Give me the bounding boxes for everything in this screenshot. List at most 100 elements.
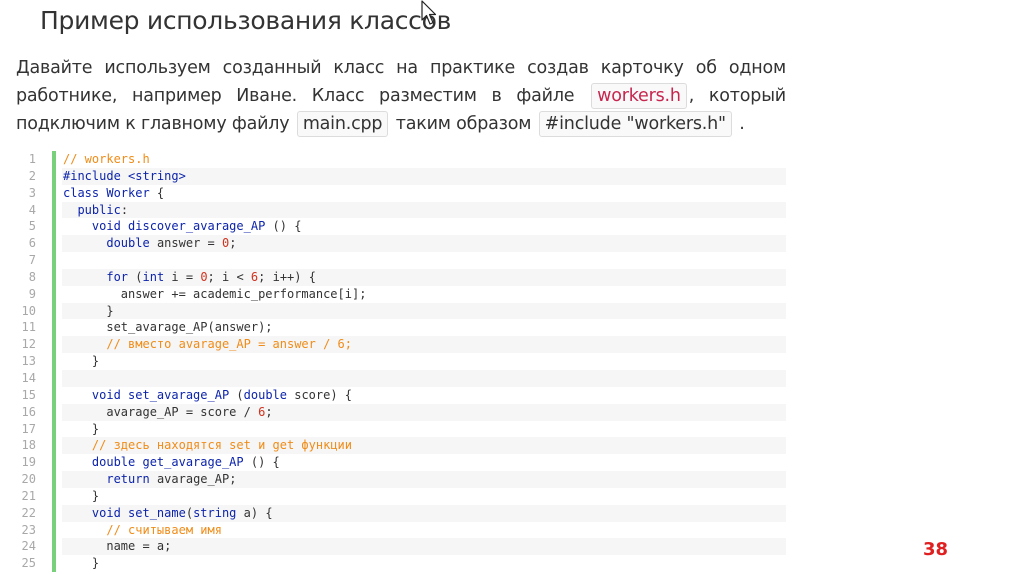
code-text: } <box>62 488 786 505</box>
code-text: // вместо avarage_AP = answer / 6; <box>62 336 786 354</box>
code-text: class Worker { <box>62 185 786 202</box>
gutter-bar <box>52 386 56 404</box>
code-line: 25 } <box>20 555 786 573</box>
code-text: answer += academic_performance[i]; <box>62 286 786 303</box>
code-text: void set_avarage_AP (double score) { <box>62 387 786 404</box>
line-number: 22 <box>21 505 36 520</box>
code-line: 15 void set_avarage_AP (double score) { <box>20 386 786 404</box>
code-block: 1 // workers.h 2 #include <string> 3 class Wo… <box>20 151 786 573</box>
gutter-bar <box>52 218 56 236</box>
code-token: // workers.h <box>63 152 150 166</box>
code-token: } <box>63 303 114 318</box>
code-text <box>62 369 786 387</box>
code-line: 4 public: <box>20 201 786 219</box>
code-text: for (int i = 0; i < 6; i++) { <box>62 268 786 286</box>
intro-text-4: . <box>739 114 745 134</box>
code-token: score) { <box>287 387 353 402</box>
code-text: return avarage_AP; <box>62 471 786 488</box>
line-number: 3 <box>28 185 36 200</box>
code-line: 19 double get_avarage_AP () { <box>20 454 786 472</box>
code-token: // здесь находятся set и get функции <box>91 438 352 453</box>
gutter-bar <box>52 184 56 202</box>
code-line: 24 name = a; <box>20 538 786 556</box>
line-number: 23 <box>21 522 36 537</box>
code-token: : <box>120 202 129 217</box>
intro-paragraph: Давайте используем созданный класс на пр… <box>16 54 786 138</box>
code-line: 5 void discover_avarage_AP () { <box>20 218 786 236</box>
gutter-bar <box>52 252 56 269</box>
code-token: void set_avarage_AP <box>91 387 230 402</box>
gutter-bar <box>52 235 56 253</box>
code-text: name = a; <box>62 538 786 556</box>
page-number: 38 <box>923 539 949 560</box>
code-token: class Worker <box>63 185 150 200</box>
gutter-bar <box>52 504 56 522</box>
line-number: 17 <box>21 421 36 436</box>
code-token: answer = <box>149 236 222 251</box>
gutter-bar <box>52 369 56 387</box>
code-token: #include <string> <box>63 168 186 183</box>
line-number: 6 <box>28 236 36 251</box>
code-token: // считываем имя <box>106 522 222 537</box>
line-number: 7 <box>28 253 36 268</box>
code-token: double <box>106 236 150 251</box>
line-number: 13 <box>21 354 36 369</box>
line-number: 19 <box>21 455 36 470</box>
code-text: } <box>62 421 786 438</box>
code-text: // здесь находятся set и get функции <box>62 437 786 455</box>
code-text: // workers.h <box>62 151 786 168</box>
gutter-bar <box>52 403 56 421</box>
gutter-bar <box>52 285 56 303</box>
line-number: 18 <box>21 438 36 453</box>
code-text: #include <string> <box>62 167 786 185</box>
code-line: 13 } <box>20 353 786 370</box>
gutter-bar <box>52 201 56 219</box>
code-token: ; i++) { <box>258 269 316 284</box>
code-text: avarage_AP = score / 6; <box>62 403 786 421</box>
line-number: 15 <box>21 387 36 402</box>
mouse-cursor-icon <box>421 0 437 25</box>
code-token: avarage_AP = score / <box>63 404 259 419</box>
code-token: int <box>142 269 165 284</box>
code-line: 14 <box>20 369 786 387</box>
line-number: 2 <box>28 168 36 183</box>
code-token: i = <box>164 269 201 284</box>
code-token: void discover_avarage_AP <box>91 219 266 234</box>
code-text: } <box>62 302 786 320</box>
code-token: } <box>63 556 100 571</box>
line-number: 16 <box>21 404 36 419</box>
intro-text-3: таким образом <box>395 114 532 134</box>
line-number: 4 <box>28 202 36 217</box>
code-line: 18 // здесь находятся set и get функции <box>20 437 786 455</box>
code-token: ; <box>229 236 237 251</box>
filename-main-cpp: main.cpp <box>296 111 389 137</box>
code-line: 23 // считываем имя <box>20 521 786 539</box>
line-number: 20 <box>21 472 36 487</box>
code-line: 22 void set_name(string a) { <box>20 504 786 522</box>
code-text: double answer = 0; <box>62 235 786 253</box>
code-token: () { <box>265 219 302 234</box>
gutter-bar <box>52 521 56 539</box>
code-text: void set_name(string a) { <box>62 504 786 522</box>
gutter-bar <box>52 471 56 488</box>
gutter-bar <box>52 319 56 337</box>
code-token: answer += academic_performance[i]; <box>63 286 367 301</box>
line-number: 1 <box>28 152 36 166</box>
code-line: 12 // вместо avarage_AP = answer / 6; <box>20 336 786 354</box>
code-token: ( <box>185 505 194 520</box>
line-number: 10 <box>21 303 36 318</box>
code-token: } <box>63 488 100 503</box>
code-text: } <box>62 353 786 370</box>
gutter-bar <box>52 454 56 472</box>
include-directive: #include "workers.h" <box>538 111 732 137</box>
code-token: () { <box>243 455 280 470</box>
gutter-bar <box>52 336 56 354</box>
